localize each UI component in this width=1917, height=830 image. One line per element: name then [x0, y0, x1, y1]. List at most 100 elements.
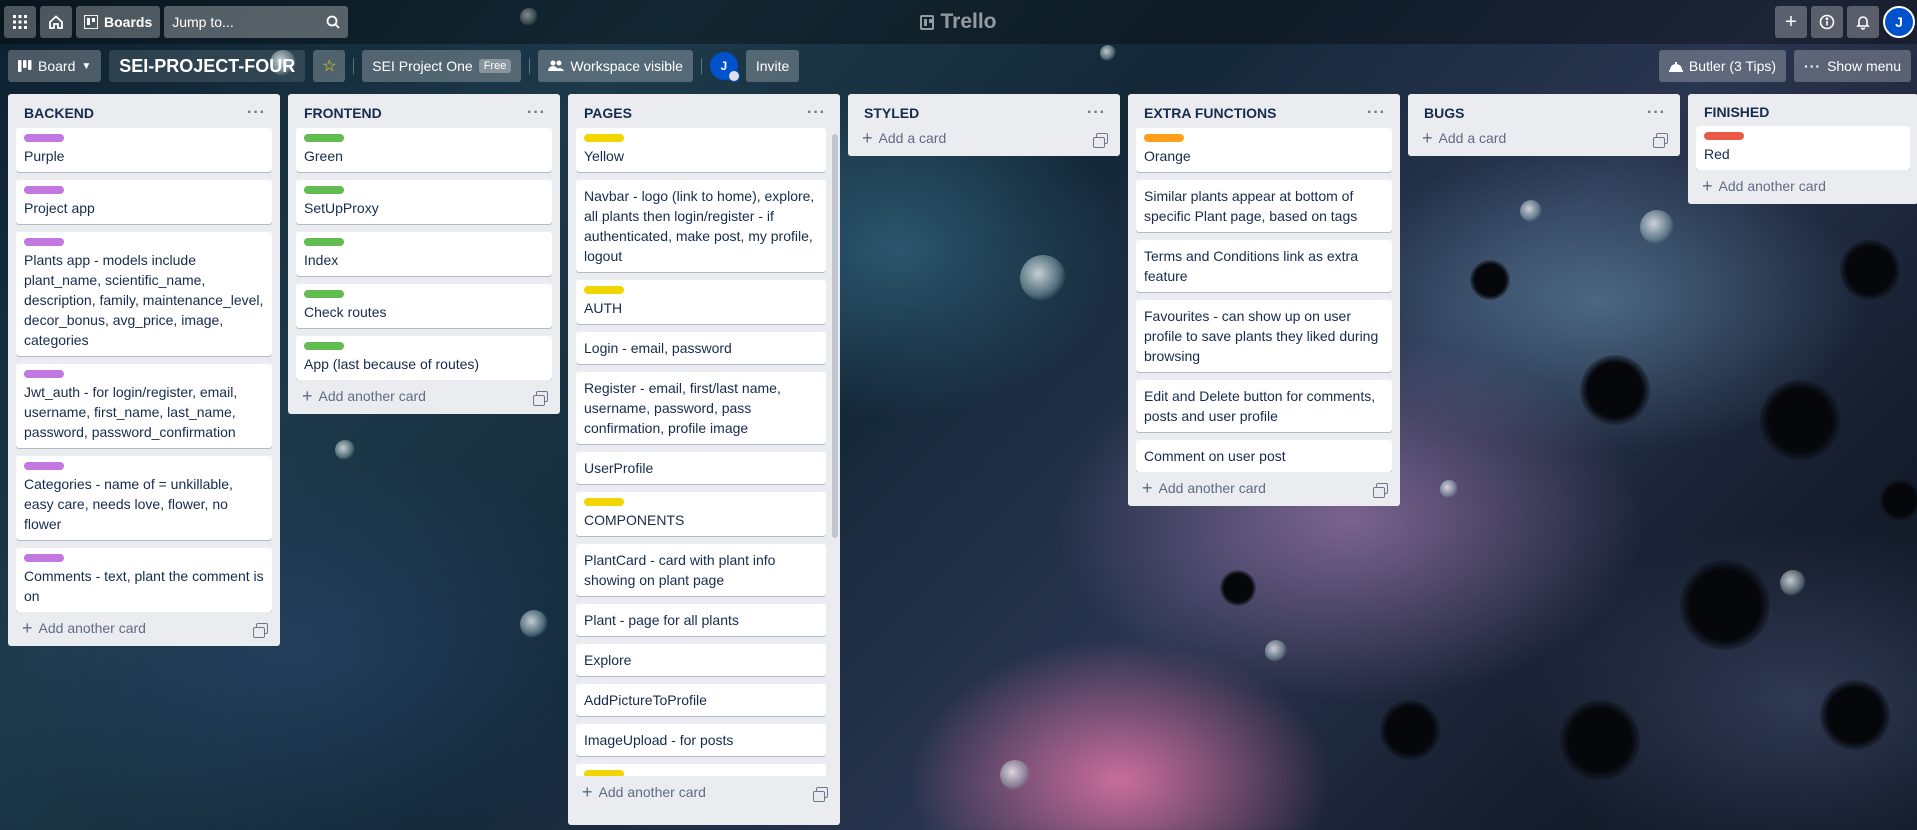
- card-title: Comment on user post: [1144, 448, 1286, 464]
- create-button[interactable]: +: [1775, 6, 1807, 38]
- card[interactable]: Red: [1696, 126, 1910, 170]
- list-pages[interactable]: PAGES ··· Yellow Navbar - logo (link to hom…: [568, 94, 840, 825]
- list-backend[interactable]: BACKEND ··· Purple Project app Plants app - …: [8, 94, 280, 646]
- card[interactable]: Project app: [16, 180, 272, 224]
- card-template-icon[interactable]: [813, 786, 828, 802]
- list-extra-functions[interactable]: EXTRA FUNCTIONS ··· Orange Similar plants a…: [1128, 94, 1400, 506]
- divider: [700, 58, 702, 74]
- add-card-button[interactable]: + Add another card: [1702, 177, 1826, 195]
- card[interactable]: Navbar - logo (link to home), explore, a…: [576, 180, 826, 272]
- card[interactable]: Terms and Conditions link as extra featu…: [1136, 240, 1392, 292]
- card-title: Explore: [584, 652, 632, 668]
- card[interactable]: AddPictureToProfile: [576, 684, 826, 716]
- list-title[interactable]: FINISHED: [1704, 104, 1769, 120]
- board-title[interactable]: SEI-PROJECT-FOUR: [109, 50, 306, 82]
- card[interactable]: Login - email, password: [576, 332, 826, 364]
- search-input[interactable]: Jump to...: [164, 6, 349, 38]
- card[interactable]: [576, 764, 826, 776]
- star-button[interactable]: ☆: [313, 50, 346, 82]
- card-template-icon[interactable]: [253, 622, 268, 638]
- card[interactable]: AUTH: [576, 280, 826, 324]
- notifications-button[interactable]: [1847, 6, 1879, 38]
- card[interactable]: Explore: [576, 644, 826, 676]
- card-label-purple: [24, 134, 64, 142]
- card-label-purple: [24, 554, 64, 562]
- list-header: FRONTEND ···: [288, 94, 560, 128]
- list-menu-icon[interactable]: ···: [1081, 104, 1112, 122]
- board-member-avatar[interactable]: J: [709, 52, 740, 82]
- card[interactable]: Comments - text, plant the comment is on: [16, 548, 272, 612]
- card[interactable]: Plant - page for all plants: [576, 604, 826, 636]
- list-finished[interactable]: FINISHED Red + Add another card: [1688, 94, 1917, 204]
- add-card-button[interactable]: + Add a card: [862, 129, 946, 147]
- list-title[interactable]: FRONTEND: [304, 105, 382, 121]
- show-menu-button[interactable]: ··· Show menu: [1794, 50, 1911, 82]
- boards-label: Boards: [104, 14, 153, 30]
- butler-icon: [1668, 62, 1683, 72]
- add-card-button[interactable]: + Add another card: [302, 387, 426, 405]
- apps-grid-button[interactable]: [4, 6, 36, 38]
- card[interactable]: Categories - name of = unkillable, easy …: [16, 456, 272, 540]
- card[interactable]: Favourites - can show up on user profile…: [1136, 300, 1392, 372]
- card[interactable]: ImageUpload - for posts: [576, 724, 826, 756]
- list-frontend[interactable]: FRONTEND ··· Green SetUpProxy Index Check rou…: [288, 94, 560, 414]
- add-card-button[interactable]: + Add a card: [1422, 129, 1506, 147]
- list-header: PAGES ···: [568, 94, 840, 128]
- board-view-switcher[interactable]: Board ▼: [8, 50, 102, 82]
- card[interactable]: Jwt_auth - for login/register, email, us…: [16, 364, 272, 448]
- list-scrollbar[interactable]: [832, 134, 838, 538]
- card[interactable]: Yellow: [576, 128, 826, 172]
- member-initial: J: [720, 59, 728, 73]
- list-menu-icon[interactable]: ···: [521, 104, 552, 122]
- home-button[interactable]: [40, 6, 72, 38]
- butler-button[interactable]: Butler (3 Tips): [1658, 50, 1787, 82]
- board-view-icon: [18, 60, 32, 72]
- card[interactable]: Similar plants appear at bottom of speci…: [1136, 180, 1392, 232]
- visibility-button[interactable]: Workspace visible: [538, 50, 693, 82]
- user-avatar[interactable]: J: [1883, 6, 1915, 38]
- board-header: Board ▼ SEI-PROJECT-FOUR ☆ SEI Project O…: [0, 48, 1917, 84]
- list-title[interactable]: STYLED: [864, 105, 919, 121]
- list-bugs[interactable]: BUGS ··· + Add a card: [1408, 94, 1680, 156]
- boards-button[interactable]: Boards: [76, 6, 161, 38]
- card[interactable]: Index: [296, 232, 552, 276]
- list-menu-icon[interactable]: ···: [241, 104, 272, 122]
- card-template-icon[interactable]: [1093, 132, 1108, 148]
- list-header: EXTRA FUNCTIONS ···: [1128, 94, 1400, 128]
- card[interactable]: Green: [296, 128, 552, 172]
- card-label-green: [304, 186, 344, 194]
- add-card-button[interactable]: + Add another card: [1142, 479, 1266, 497]
- card[interactable]: App (last because of routes): [296, 336, 552, 380]
- card[interactable]: PlantCard - card with plant info showing…: [576, 544, 826, 596]
- card-template-icon[interactable]: [533, 390, 548, 406]
- card-template-icon[interactable]: [1373, 482, 1388, 498]
- card[interactable]: Purple: [16, 128, 272, 172]
- list-footer: + Add another card: [1688, 170, 1917, 204]
- workspace-button[interactable]: SEI Project One Free: [362, 50, 522, 82]
- list-header: BACKEND ···: [8, 94, 280, 128]
- list-footer: + Add another card: [288, 380, 560, 414]
- card[interactable]: SetUpProxy: [296, 180, 552, 224]
- card[interactable]: UserProfile: [576, 452, 826, 484]
- list-title[interactable]: BACKEND: [24, 105, 94, 121]
- card[interactable]: Edit and Delete button for comments, pos…: [1136, 380, 1392, 432]
- list-styled[interactable]: STYLED ··· + Add a card: [848, 94, 1120, 156]
- card-template-icon[interactable]: [1653, 132, 1668, 148]
- card[interactable]: Register - email, first/last name, usern…: [576, 372, 826, 444]
- card[interactable]: Orange: [1136, 128, 1392, 172]
- list-menu-icon[interactable]: ···: [1361, 104, 1392, 122]
- list-title[interactable]: PAGES: [584, 105, 632, 121]
- list-title[interactable]: EXTRA FUNCTIONS: [1144, 105, 1276, 121]
- info-button[interactable]: [1811, 6, 1843, 38]
- grid-icon: [13, 15, 27, 29]
- list-menu-icon[interactable]: ···: [801, 104, 832, 122]
- invite-button[interactable]: Invite: [745, 50, 800, 82]
- add-card-button[interactable]: + Add another card: [22, 619, 146, 637]
- card[interactable]: Plants app - models include plant_name, …: [16, 232, 272, 356]
- list-menu-icon[interactable]: ···: [1641, 104, 1672, 122]
- card[interactable]: Check routes: [296, 284, 552, 328]
- add-card-button[interactable]: + Add another card: [582, 783, 706, 801]
- card[interactable]: Comment on user post: [1136, 440, 1392, 472]
- card[interactable]: COMPONENTS: [576, 492, 826, 536]
- list-title[interactable]: BUGS: [1424, 105, 1464, 121]
